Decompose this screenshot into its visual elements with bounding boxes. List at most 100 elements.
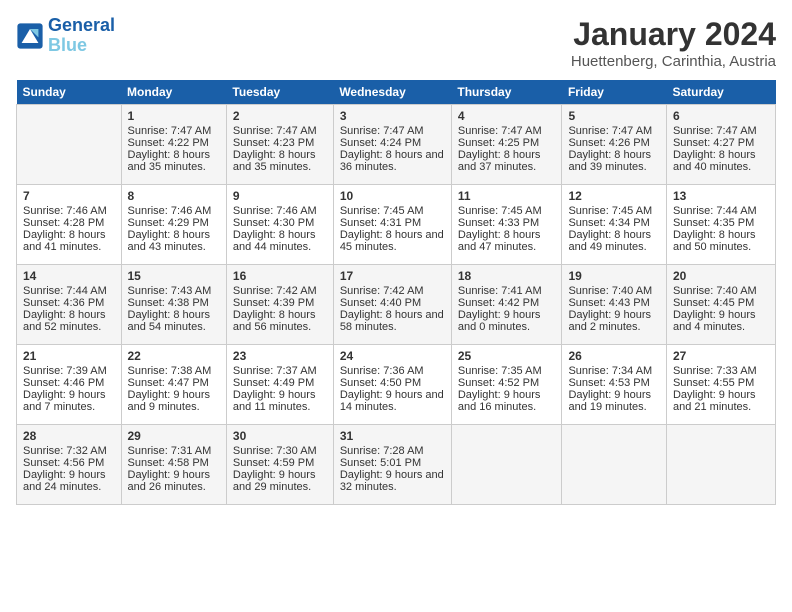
sunset-text: Sunset: 4:36 PM (23, 297, 104, 309)
calendar-cell: 2 Sunrise: 7:47 AM Sunset: 4:23 PM Dayli… (226, 105, 333, 185)
sunrise-text: Sunrise: 7:40 AM (673, 285, 757, 297)
day-number: 6 (673, 109, 769, 123)
weekday-header-thursday: Thursday (451, 80, 562, 105)
sunset-text: Sunset: 4:24 PM (340, 137, 421, 149)
calendar-table: SundayMondayTuesdayWednesdayThursdayFrid… (16, 80, 776, 505)
calendar-cell: 30 Sunrise: 7:30 AM Sunset: 4:59 PM Dayl… (226, 425, 333, 505)
daylight-text: Daylight: 9 hours and 2 minutes. (568, 309, 651, 333)
page-header: General Blue January 2024 Huettenberg, C… (16, 16, 776, 70)
calendar-cell: 5 Sunrise: 7:47 AM Sunset: 4:26 PM Dayli… (562, 105, 667, 185)
sunrise-text: Sunrise: 7:46 AM (128, 205, 212, 217)
calendar-cell: 10 Sunrise: 7:45 AM Sunset: 4:31 PM Dayl… (333, 185, 451, 265)
calendar-cell: 8 Sunrise: 7:46 AM Sunset: 4:29 PM Dayli… (121, 185, 226, 265)
sunset-text: Sunset: 4:45 PM (673, 297, 754, 309)
day-number: 19 (568, 269, 660, 283)
daylight-text: Daylight: 8 hours and 49 minutes. (568, 229, 651, 253)
sunrise-text: Sunrise: 7:30 AM (233, 445, 317, 457)
daylight-text: Daylight: 9 hours and 9 minutes. (128, 389, 211, 413)
calendar-cell: 13 Sunrise: 7:44 AM Sunset: 4:35 PM Dayl… (666, 185, 775, 265)
sunset-text: Sunset: 4:42 PM (458, 297, 539, 309)
daylight-text: Daylight: 9 hours and 4 minutes. (673, 309, 756, 333)
calendar-cell: 7 Sunrise: 7:46 AM Sunset: 4:28 PM Dayli… (17, 185, 122, 265)
sunset-text: Sunset: 4:50 PM (340, 377, 421, 389)
sunset-text: Sunset: 4:46 PM (23, 377, 104, 389)
calendar-cell: 3 Sunrise: 7:47 AM Sunset: 4:24 PM Dayli… (333, 105, 451, 185)
day-number: 9 (233, 189, 327, 203)
day-number: 13 (673, 189, 769, 203)
daylight-text: Daylight: 8 hours and 58 minutes. (340, 309, 444, 333)
day-number: 25 (458, 349, 556, 363)
sunrise-text: Sunrise: 7:38 AM (128, 365, 212, 377)
day-number: 4 (458, 109, 556, 123)
sunset-text: Sunset: 5:01 PM (340, 457, 421, 469)
sunrise-text: Sunrise: 7:32 AM (23, 445, 107, 457)
day-number: 22 (128, 349, 220, 363)
sunrise-text: Sunrise: 7:46 AM (23, 205, 107, 217)
daylight-text: Daylight: 8 hours and 47 minutes. (458, 229, 541, 253)
calendar-cell: 20 Sunrise: 7:40 AM Sunset: 4:45 PM Dayl… (666, 265, 775, 345)
sunrise-text: Sunrise: 7:35 AM (458, 365, 542, 377)
sunset-text: Sunset: 4:31 PM (340, 217, 421, 229)
sunset-text: Sunset: 4:52 PM (458, 377, 539, 389)
sunrise-text: Sunrise: 7:42 AM (233, 285, 317, 297)
daylight-text: Daylight: 9 hours and 32 minutes. (340, 469, 444, 493)
calendar-cell: 31 Sunrise: 7:28 AM Sunset: 5:01 PM Dayl… (333, 425, 451, 505)
day-number: 3 (340, 109, 445, 123)
weekday-header-saturday: Saturday (666, 80, 775, 105)
day-number: 1 (128, 109, 220, 123)
sunset-text: Sunset: 4:35 PM (673, 217, 754, 229)
logo-text: General Blue (48, 16, 115, 56)
sunset-text: Sunset: 4:22 PM (128, 137, 209, 149)
day-number: 8 (128, 189, 220, 203)
weekday-row: SundayMondayTuesdayWednesdayThursdayFrid… (17, 80, 776, 105)
sunset-text: Sunset: 4:33 PM (458, 217, 539, 229)
day-number: 2 (233, 109, 327, 123)
sunrise-text: Sunrise: 7:44 AM (23, 285, 107, 297)
sunrise-text: Sunrise: 7:34 AM (568, 365, 652, 377)
sunrise-text: Sunrise: 7:39 AM (23, 365, 107, 377)
sunrise-text: Sunrise: 7:36 AM (340, 365, 424, 377)
daylight-text: Daylight: 9 hours and 0 minutes. (458, 309, 541, 333)
daylight-text: Daylight: 9 hours and 19 minutes. (568, 389, 651, 413)
daylight-text: Daylight: 8 hours and 52 minutes. (23, 309, 106, 333)
daylight-text: Daylight: 8 hours and 37 minutes. (458, 149, 541, 173)
day-number: 14 (23, 269, 115, 283)
daylight-text: Daylight: 9 hours and 14 minutes. (340, 389, 444, 413)
sunset-text: Sunset: 4:29 PM (128, 217, 209, 229)
calendar-cell: 18 Sunrise: 7:41 AM Sunset: 4:42 PM Dayl… (451, 265, 562, 345)
location-subtitle: Huettenberg, Carinthia, Austria (571, 53, 776, 70)
day-number: 10 (340, 189, 445, 203)
sunrise-text: Sunrise: 7:42 AM (340, 285, 424, 297)
month-year-title: January 2024 (571, 16, 776, 53)
calendar-cell: 4 Sunrise: 7:47 AM Sunset: 4:25 PM Dayli… (451, 105, 562, 185)
sunrise-text: Sunrise: 7:28 AM (340, 445, 424, 457)
daylight-text: Daylight: 8 hours and 39 minutes. (568, 149, 651, 173)
calendar-cell: 17 Sunrise: 7:42 AM Sunset: 4:40 PM Dayl… (333, 265, 451, 345)
calendar-cell: 6 Sunrise: 7:47 AM Sunset: 4:27 PM Dayli… (666, 105, 775, 185)
sunrise-text: Sunrise: 7:41 AM (458, 285, 542, 297)
calendar-cell: 22 Sunrise: 7:38 AM Sunset: 4:47 PM Dayl… (121, 345, 226, 425)
sunrise-text: Sunrise: 7:46 AM (233, 205, 317, 217)
weekday-header-tuesday: Tuesday (226, 80, 333, 105)
sunset-text: Sunset: 4:40 PM (340, 297, 421, 309)
calendar-body: 1 Sunrise: 7:47 AM Sunset: 4:22 PM Dayli… (17, 105, 776, 505)
calendar-cell: 24 Sunrise: 7:36 AM Sunset: 4:50 PM Dayl… (333, 345, 451, 425)
calendar-cell: 21 Sunrise: 7:39 AM Sunset: 4:46 PM Dayl… (17, 345, 122, 425)
sunset-text: Sunset: 4:30 PM (233, 217, 314, 229)
day-number: 27 (673, 349, 769, 363)
daylight-text: Daylight: 9 hours and 7 minutes. (23, 389, 106, 413)
sunset-text: Sunset: 4:38 PM (128, 297, 209, 309)
sunset-text: Sunset: 4:59 PM (233, 457, 314, 469)
calendar-week-5: 28 Sunrise: 7:32 AM Sunset: 4:56 PM Dayl… (17, 425, 776, 505)
daylight-text: Daylight: 8 hours and 45 minutes. (340, 229, 444, 253)
daylight-text: Daylight: 8 hours and 35 minutes. (128, 149, 211, 173)
day-number: 20 (673, 269, 769, 283)
daylight-text: Daylight: 9 hours and 26 minutes. (128, 469, 211, 493)
sunrise-text: Sunrise: 7:47 AM (340, 125, 424, 137)
sunset-text: Sunset: 4:55 PM (673, 377, 754, 389)
calendar-cell: 14 Sunrise: 7:44 AM Sunset: 4:36 PM Dayl… (17, 265, 122, 345)
sunrise-text: Sunrise: 7:45 AM (568, 205, 652, 217)
weekday-header-friday: Friday (562, 80, 667, 105)
sunset-text: Sunset: 4:23 PM (233, 137, 314, 149)
day-number: 5 (568, 109, 660, 123)
